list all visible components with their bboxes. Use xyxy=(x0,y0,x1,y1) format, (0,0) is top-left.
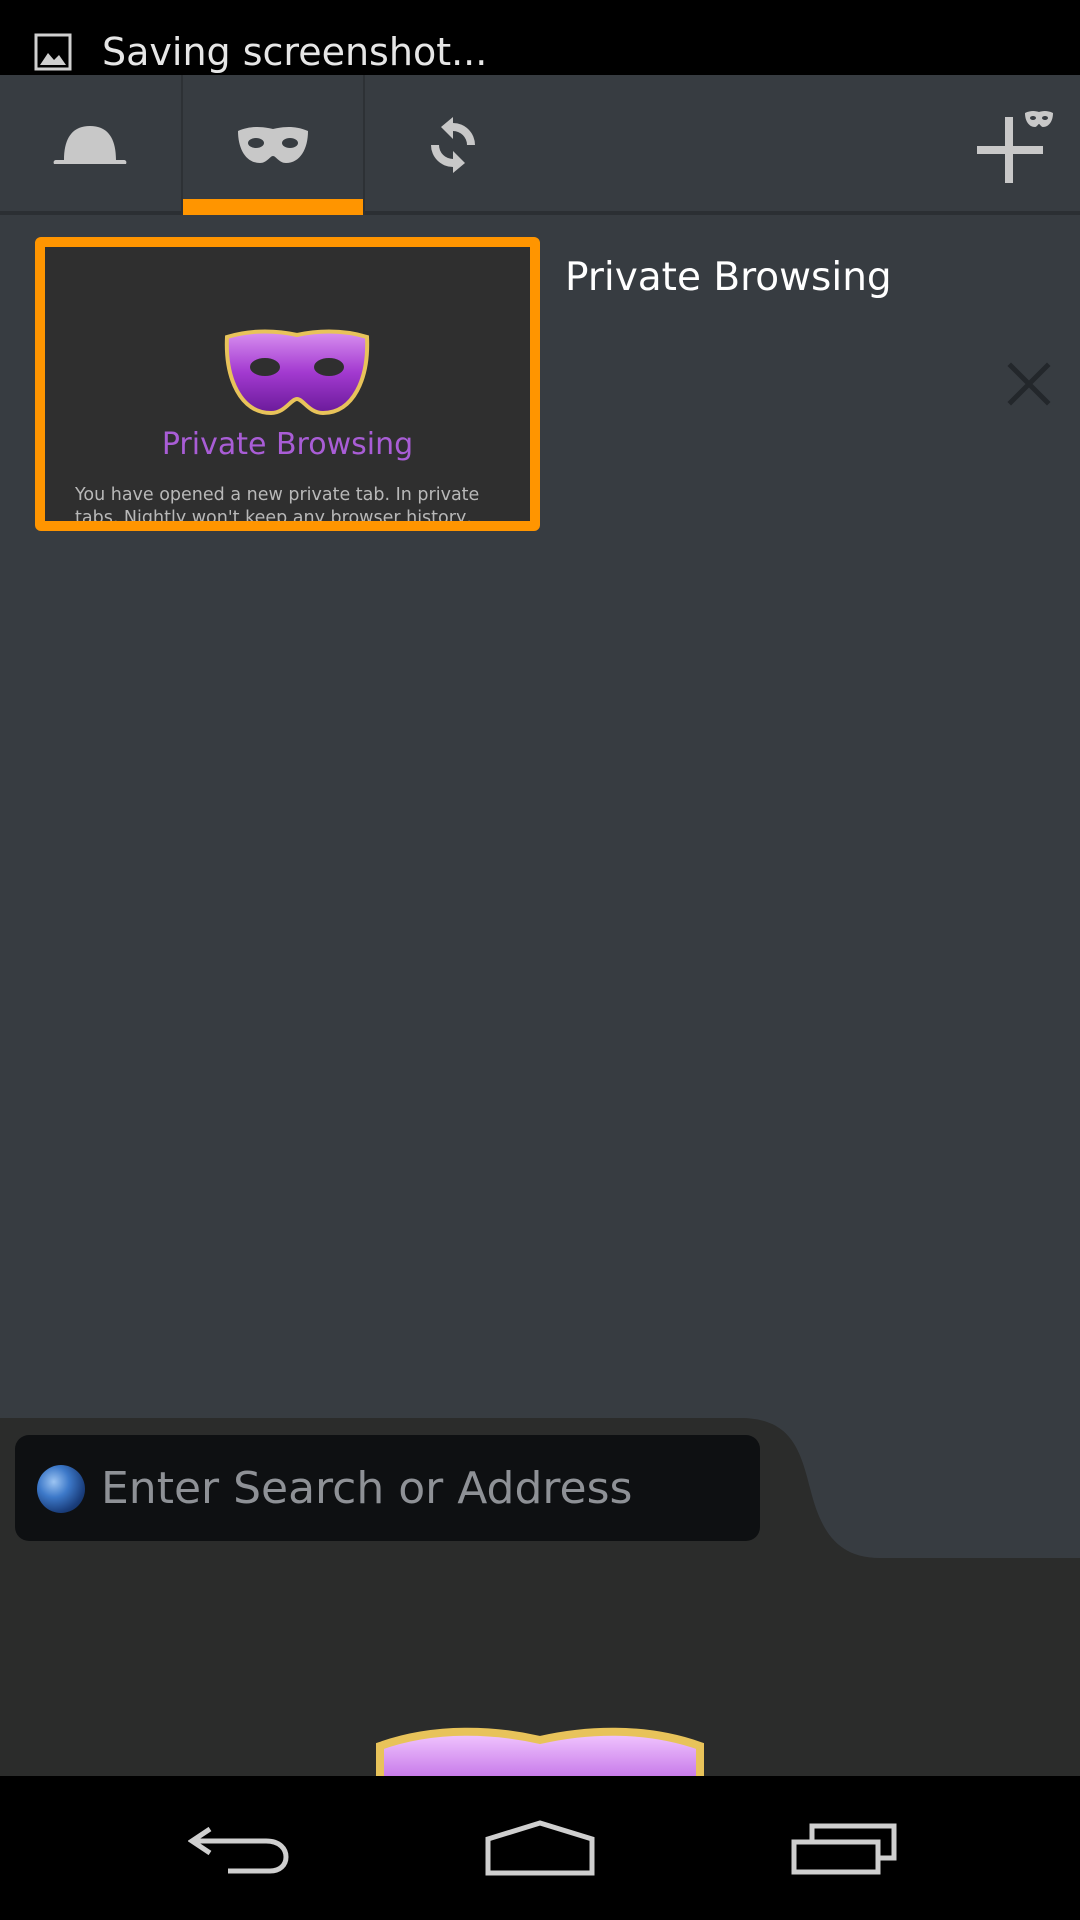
tab-title: Private Browsing xyxy=(565,255,892,300)
image-icon xyxy=(34,33,72,71)
home-button[interactable] xyxy=(440,1776,640,1920)
globe-icon xyxy=(37,1465,85,1513)
tab-normal-tabs[interactable] xyxy=(0,75,180,215)
page-content-peek xyxy=(0,1558,1080,1776)
back-icon xyxy=(188,1826,289,1874)
recent-apps-button[interactable] xyxy=(744,1776,944,1920)
hat-icon xyxy=(53,126,127,164)
back-button[interactable] xyxy=(140,1776,340,1920)
notification-text: Saving screenshot... xyxy=(102,30,488,74)
tabs-panel-header xyxy=(0,75,1080,215)
private-mask-image xyxy=(376,1727,704,1776)
url-bar-placeholder: Enter Search or Address xyxy=(101,1463,633,1514)
tab-synced-tabs[interactable] xyxy=(363,75,543,215)
tab-thumbnail-card[interactable]: Private Browsing You have opened a new p… xyxy=(35,237,540,531)
url-bar[interactable]: Enter Search or Address xyxy=(15,1435,760,1541)
home-icon xyxy=(485,1820,595,1876)
tab-private-tabs[interactable] xyxy=(181,75,365,215)
thumbnail-body-text: You have opened a new private tab. In pr… xyxy=(75,485,480,528)
selected-tab-indicator xyxy=(183,199,363,215)
new-private-tab-icon[interactable] xyxy=(975,105,1055,185)
sync-icon xyxy=(431,117,475,173)
status-bar: Saving screenshot... xyxy=(0,0,1080,75)
thumbnail-heading: Private Browsing xyxy=(161,427,414,462)
close-tab-icon[interactable] xyxy=(1007,362,1051,406)
private-mask-image xyxy=(224,329,370,416)
recent-apps-icon xyxy=(791,1823,897,1875)
mask-icon xyxy=(238,127,308,163)
system-navigation-bar xyxy=(0,1776,1080,1920)
tab-thumbnail[interactable]: Private Browsing You have opened a new p… xyxy=(35,237,540,531)
